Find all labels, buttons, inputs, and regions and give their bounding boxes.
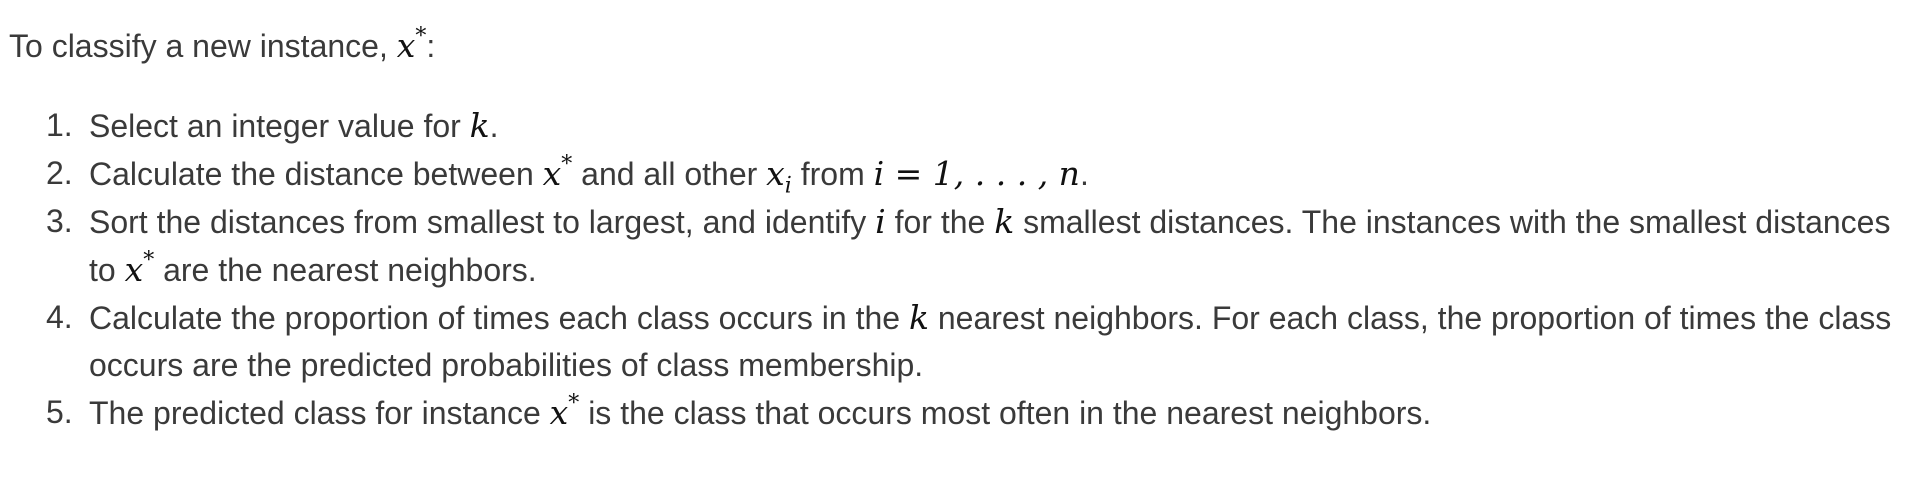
math-i: i: [875, 202, 886, 241]
document-body: To classify a new instance, x*: 1. Selec…: [9, 22, 1899, 437]
math-x-star: x*: [396, 24, 427, 66]
list-item: 1. Select an integer value for k.: [9, 102, 1899, 150]
math-k: k: [469, 106, 490, 145]
list-number: 5.: [46, 394, 73, 430]
list-item: 3. Sort the distances from smallest to l…: [9, 198, 1899, 294]
math-x-star: x*: [542, 152, 573, 194]
list-number: 3.: [46, 203, 73, 239]
intro-paragraph: To classify a new instance, x*:: [9, 24, 436, 66]
list-item: 4. Calculate the proportion of times eac…: [9, 294, 1899, 389]
steps-list: 1. Select an integer value for k. 2. Cal…: [9, 102, 1899, 437]
list-number: 1.: [46, 107, 73, 143]
intro-text: To classify a new instance,: [9, 28, 388, 64]
list-item: 5. The predicted class for instance x* i…: [9, 389, 1899, 437]
math-k: k: [994, 202, 1015, 241]
math-x-i: xi: [766, 154, 792, 199]
math-x-star: x*: [124, 248, 155, 290]
list-number: 4.: [46, 299, 73, 335]
list-number: 2.: [46, 155, 73, 191]
list-item: 2. Calculate the distance between x* and…: [46, 152, 1089, 199]
math-index-range: i = 1, . . . , n: [873, 154, 1080, 193]
math-x-star: x*: [549, 391, 580, 433]
math-k: k: [908, 298, 929, 337]
